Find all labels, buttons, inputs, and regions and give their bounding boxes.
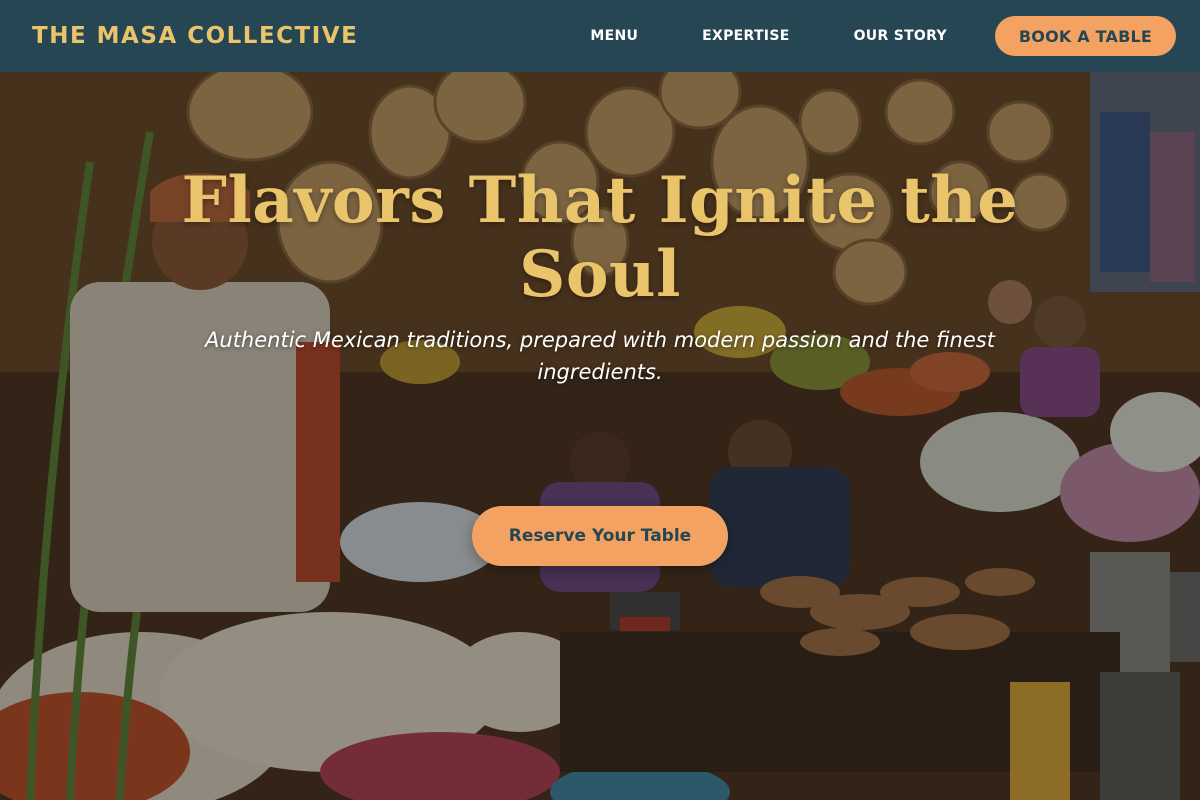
nav-link-our-story[interactable]: OUR STORY [854,28,947,44]
nav-link-menu[interactable]: MENU [590,28,638,44]
landing-page: THE MASA COLLECTIVE MENU EXPERTISE OUR S… [0,0,1200,800]
reserve-your-table-button[interactable]: Reserve Your Table [472,506,728,566]
hero-content: Flavors That Ignite the Soul Authentic M… [0,72,1200,566]
book-a-table-button[interactable]: BOOK A TABLE [994,16,1176,56]
brand-logo-text[interactable]: THE MASA COLLECTIVE [32,23,358,49]
main-nav: MENU EXPERTISE OUR STORY BOOK A TABLE [590,16,1176,56]
hero-title: Flavors That Ignite the Soul [181,163,1019,312]
nav-link-expertise[interactable]: EXPERTISE [702,28,789,44]
hero-subtitle: Authentic Mexican traditions, prepared w… [205,328,995,384]
site-header: THE MASA COLLECTIVE MENU EXPERTISE OUR S… [0,0,1200,72]
